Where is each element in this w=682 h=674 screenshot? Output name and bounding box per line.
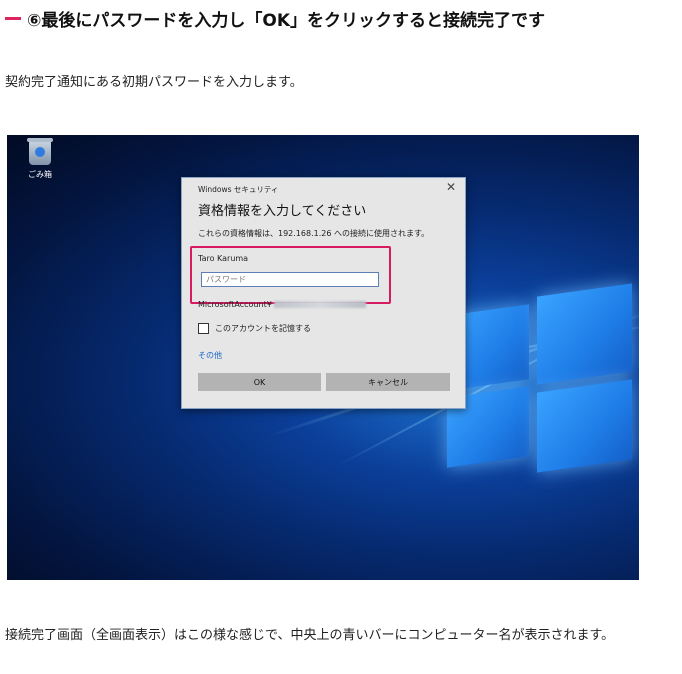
dialog-heading: 資格情報を入力してください (198, 204, 367, 219)
more-options-link[interactable]: その他 (198, 350, 222, 361)
screenshot-image: ごみ箱 Windows セキュリティ ✕ 資格情報を入力してください これらの資… (7, 135, 639, 580)
checkbox-icon[interactable] (198, 323, 209, 334)
remember-account-label: このアカウントを記憶する (215, 324, 311, 333)
section-heading: ⑥最後にパスワードを入力し「OK」をクリックすると接続完了です (5, 4, 545, 32)
windows-logo (447, 283, 637, 473)
close-icon[interactable]: ✕ (446, 180, 456, 194)
caption-text: 接続完了画面（全画面表示）はこの様な感じで、中央上の青いバーにコンピューター名が… (5, 628, 615, 643)
recycle-bin-label: ごみ箱 (28, 170, 52, 179)
recycle-bin-icon[interactable]: ごみ箱 (25, 138, 55, 180)
intro-text: 契約完了通知にある初期パスワードを入力します。 (5, 75, 303, 90)
ok-button[interactable]: OK (198, 373, 321, 391)
heading-accent-bar (5, 16, 21, 20)
heading-text: ⑥最後にパスワードを入力し「OK」をクリックすると接続完了です (27, 10, 546, 31)
cancel-button[interactable]: キャンセル (326, 373, 450, 391)
blurred-email (273, 301, 366, 308)
microsoft-account-option[interactable]: MicrosoftAccount¥ (198, 300, 366, 309)
windows-security-dialog: Windows セキュリティ ✕ 資格情報を入力してください これらの資格情報は… (181, 177, 466, 409)
dialog-window-title: Windows セキュリティ (198, 185, 279, 194)
microsoft-account-label: MicrosoftAccount¥ (198, 300, 272, 309)
password-input[interactable] (201, 272, 379, 287)
remember-account-checkbox[interactable]: このアカウントを記憶する (198, 323, 311, 334)
dialog-message: これらの資格情報は、192.168.1.26 への接続に使用されます。 (198, 229, 430, 238)
dialog-username: Taro Karuma (198, 254, 249, 263)
